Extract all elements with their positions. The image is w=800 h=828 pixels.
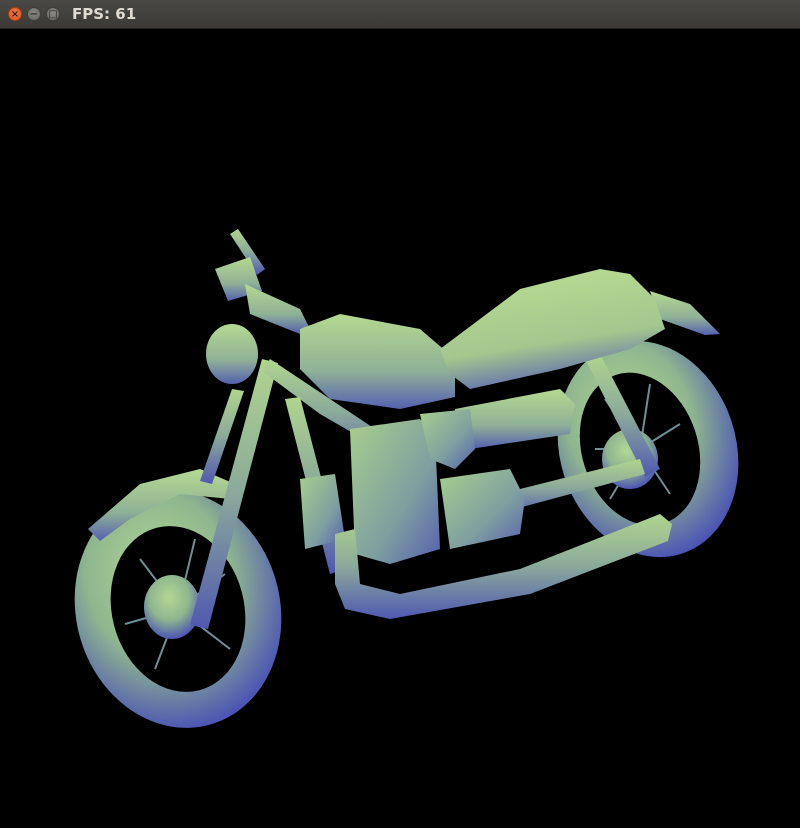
headlight [206,324,258,384]
title-bar[interactable]: × − □ FPS: 61 [0,0,800,29]
render-viewport[interactable] [0,29,800,828]
app-window: × − □ FPS: 61 [0,0,800,828]
window-title: FPS: 61 [72,5,137,23]
minimize-button[interactable]: − [27,7,41,21]
crankcase [440,469,525,549]
maximize-button[interactable]: □ [46,7,60,21]
maximize-icon: □ [48,9,58,20]
close-button[interactable]: × [8,7,22,21]
close-icon: × [10,9,20,20]
front-wheel [74,490,282,728]
motorcycle-model [74,229,739,728]
minimize-icon: − [29,9,39,20]
handlebar-clamp [245,284,310,334]
